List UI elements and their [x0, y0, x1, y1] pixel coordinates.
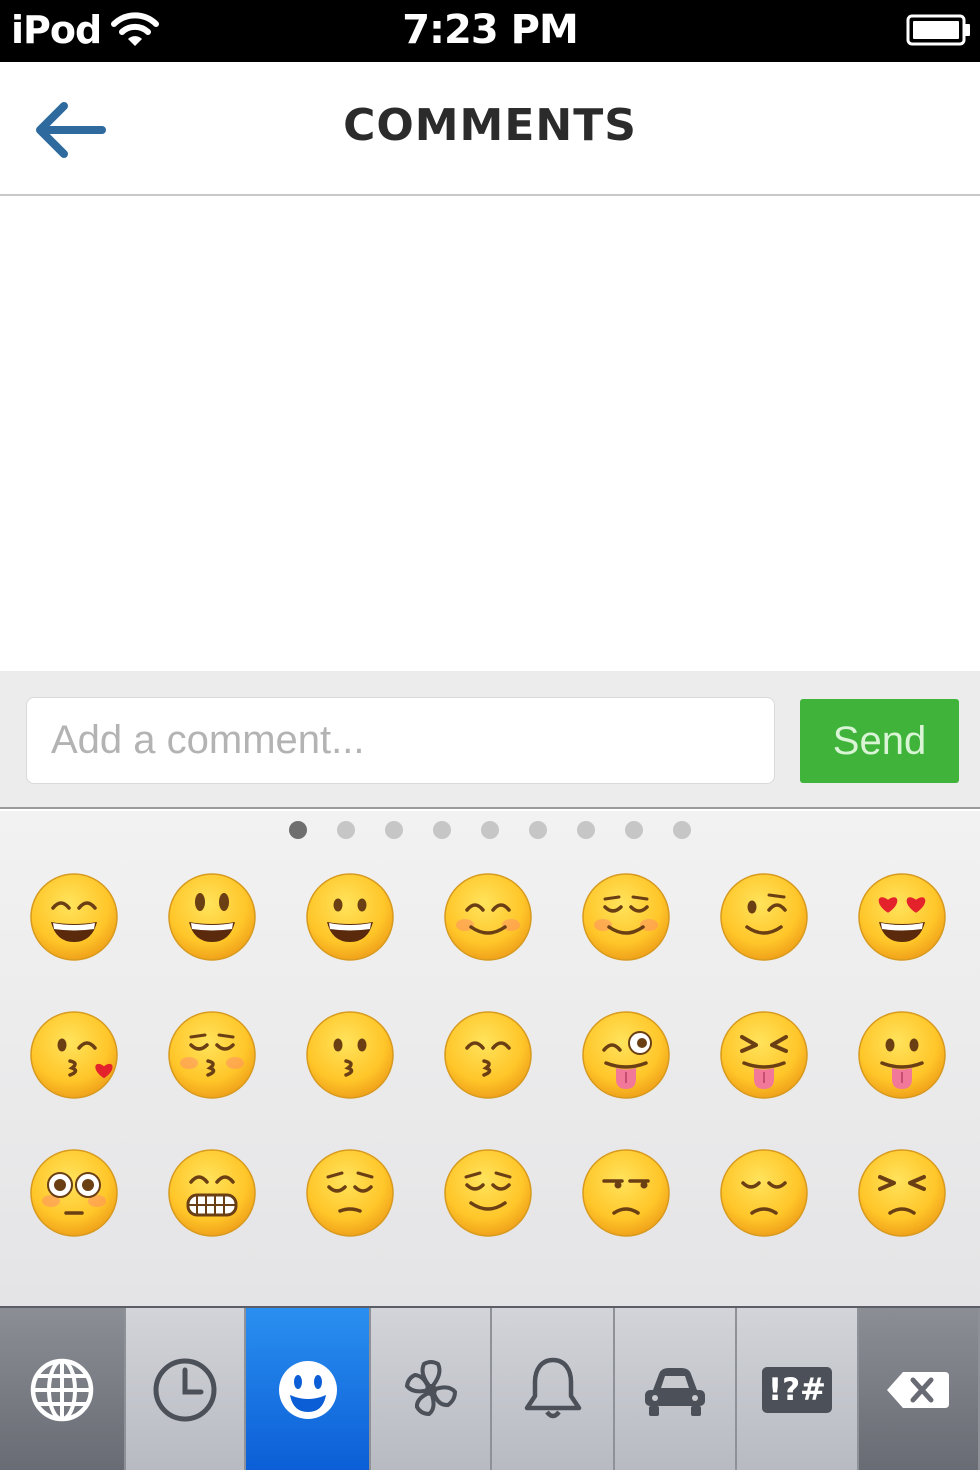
category-key-objects[interactable]: [492, 1308, 615, 1470]
relieved-emoji-icon: [444, 1149, 532, 1237]
emoji-key-relieved[interactable]: [438, 1143, 538, 1243]
emoji-key-grimacing[interactable]: [162, 1143, 262, 1243]
emoji-key-smiley[interactable]: [162, 867, 262, 967]
stuck-out-tongue-winking-eye-emoji-icon: [582, 1011, 670, 1099]
flushed-emoji-icon: [30, 1149, 118, 1237]
page-title: COMMENTS: [343, 100, 637, 151]
clock-time: 7:23 PM: [402, 7, 579, 53]
emoji-key-grinning[interactable]: [300, 867, 400, 967]
emoji-key-stuck-out-tongue[interactable]: [852, 1005, 952, 1105]
persevere-emoji-icon: [858, 1149, 946, 1237]
emoji-key-pensive[interactable]: [300, 1143, 400, 1243]
wink-emoji-icon: [720, 873, 808, 961]
category-key-places[interactable]: [615, 1308, 737, 1470]
emoji-key-grinning-smiling-eyes[interactable]: [24, 867, 124, 967]
clock-icon: [153, 1358, 217, 1422]
emoji-key-wink[interactable]: [714, 867, 814, 967]
pensive-emoji-icon: [306, 1149, 394, 1237]
page-dot: [289, 821, 307, 839]
status-bar: iPod 7:23 PM: [0, 0, 980, 62]
comment-input-bar: Send: [0, 671, 980, 809]
category-key-nature[interactable]: [371, 1308, 492, 1470]
page-indicator[interactable]: [0, 821, 980, 841]
emoji-key-kissing-smiling-eyes[interactable]: [438, 1005, 538, 1105]
stuck-out-tongue-closed-eyes-emoji-icon: [720, 1011, 808, 1099]
emoji-category-bar: !?#: [0, 1306, 980, 1470]
page-dot: [337, 821, 355, 839]
emoji-key-heart-eyes[interactable]: [852, 867, 952, 967]
grinning-smiling-eyes-emoji-icon: [30, 873, 118, 961]
category-key-people[interactable]: [246, 1308, 371, 1470]
emoji-key-disappointed[interactable]: [714, 1143, 814, 1243]
page-dot: [529, 821, 547, 839]
relaxed-emoji-icon: [582, 873, 670, 961]
backspace-icon: [886, 1372, 949, 1408]
emoji-keyboard: [0, 811, 980, 1306]
smiley-icon: [278, 1361, 337, 1419]
smiley-emoji-icon: [168, 873, 256, 961]
stuck-out-tongue-emoji-icon: [858, 1011, 946, 1099]
kissing-heart-emoji-icon: [30, 1011, 118, 1099]
blush-emoji-icon: [444, 873, 532, 961]
page-dot: [577, 821, 595, 839]
kissing-emoji-icon: [306, 1011, 394, 1099]
emoji-key-stuck-out-tongue-closed-eyes[interactable]: [714, 1005, 814, 1105]
emoji-key-kissing[interactable]: [300, 1005, 400, 1105]
page-dot: [433, 821, 451, 839]
emoji-key-stuck-out-tongue-winking-eye[interactable]: [576, 1005, 676, 1105]
emoji-key-unamused[interactable]: [576, 1143, 676, 1243]
grinning-emoji-icon: [306, 873, 394, 961]
grimacing-emoji-icon: [168, 1149, 256, 1237]
emoji-key-relaxed[interactable]: [576, 867, 676, 967]
kissing-closed-eyes-emoji-icon: [168, 1011, 256, 1099]
page-dot: [625, 821, 643, 839]
heart-eyes-emoji-icon: [858, 873, 946, 961]
emoji-key-blush[interactable]: [438, 867, 538, 967]
battery-icon: [906, 14, 970, 46]
category-key-symbols[interactable]: !?#: [737, 1308, 859, 1470]
car-icon: [645, 1368, 705, 1416]
kissing-smiling-eyes-emoji-icon: [444, 1011, 532, 1099]
emoji-key-persevere[interactable]: [852, 1143, 952, 1243]
send-button[interactable]: Send: [800, 699, 959, 783]
nav-bar: COMMENTS: [0, 62, 980, 196]
page-dot: [385, 821, 403, 839]
category-key-recent[interactable]: [126, 1308, 246, 1470]
unamused-emoji-icon: [582, 1149, 670, 1237]
emoji-key-flushed[interactable]: [24, 1143, 124, 1243]
page-dot: [481, 821, 499, 839]
disappointed-emoji-icon: [720, 1149, 808, 1237]
globe-icon: [30, 1358, 94, 1422]
comment-input[interactable]: [26, 697, 775, 784]
symbols-icon: !?#: [762, 1367, 832, 1413]
category-key-delete[interactable]: [859, 1308, 980, 1470]
page-dot: [673, 821, 691, 839]
emoji-key-kissing-closed-eyes[interactable]: [162, 1005, 262, 1105]
emoji-key-kissing-heart[interactable]: [24, 1005, 124, 1105]
comments-list: [0, 196, 980, 671]
bell-icon: [524, 1357, 581, 1419]
category-key-globe[interactable]: [0, 1308, 126, 1470]
flower-icon: [404, 1360, 457, 1417]
